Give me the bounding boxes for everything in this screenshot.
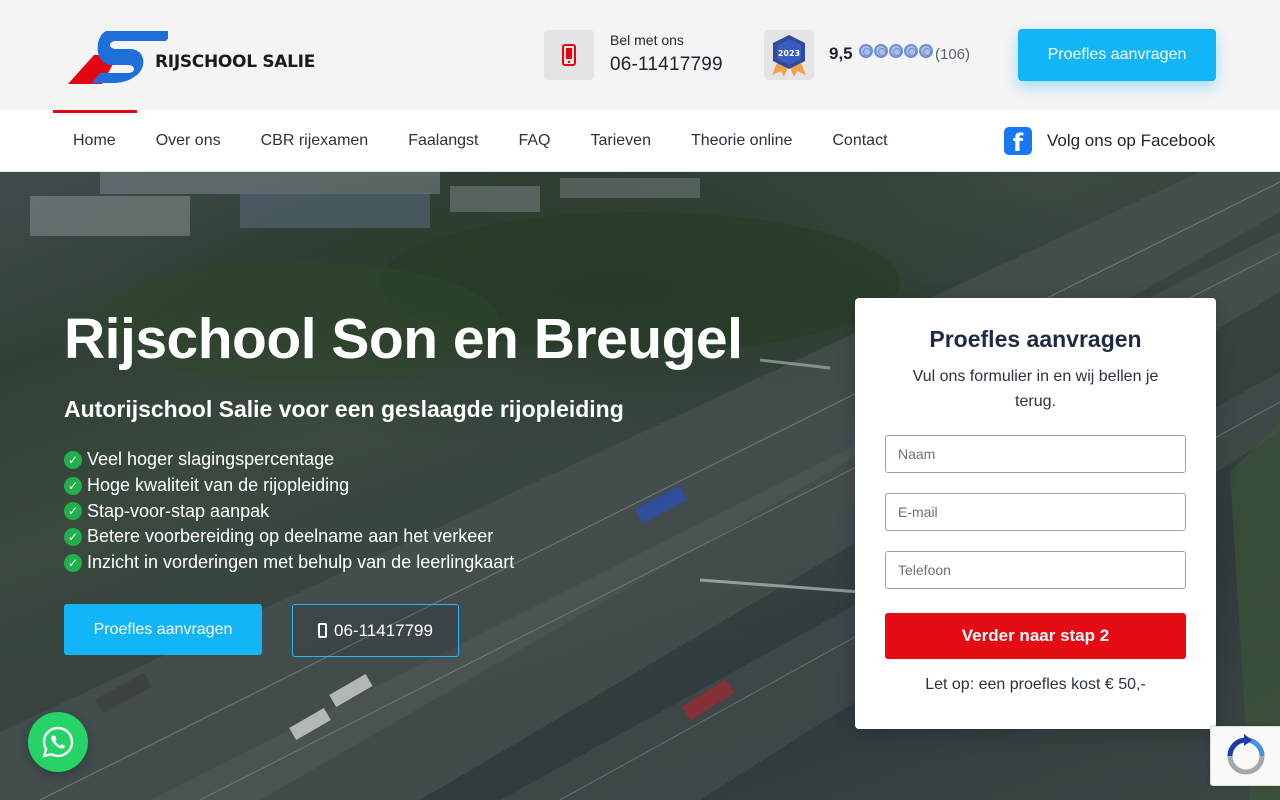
facebook-icon: f: [1004, 127, 1032, 155]
hero-subtitle: Autorijschool Salie voor een geslaagde r…: [64, 396, 624, 422]
smartphone-icon: [318, 623, 328, 638]
top-bar: RIJSCHOOL SALIE Bel met ons 06-11417799 …: [0, 0, 1280, 110]
check-circle-icon: ✓: [64, 553, 82, 572]
check-circle-icon: ✓: [64, 476, 82, 495]
rating-stars: [859, 44, 933, 58]
usp-text: Betere voorbereiding op deelname aan het…: [87, 526, 494, 547]
call-button[interactable]: 06-11417799: [292, 604, 459, 657]
nav-item-cbr-rijexamen[interactable]: CBR rijexamen: [241, 132, 389, 150]
nav-item-theorie-online[interactable]: Theorie online: [671, 132, 812, 150]
nav-item-home[interactable]: Home: [53, 132, 136, 150]
form-title: Proefles aanvragen: [929, 326, 1142, 352]
usp-list: ✓ Veel hoger slagingspercentage ✓ Hoge kwa…: [64, 447, 514, 575]
logo[interactable]: RIJSCHOOL SALIE: [68, 27, 315, 87]
usp-text: Hoge kwaliteit van de rijopleiding: [87, 475, 350, 496]
facebook-label: Volg ons op Facebook: [1047, 131, 1216, 150]
check-circle-icon: ✓: [64, 527, 82, 546]
rating-value: 9,5: [829, 44, 853, 63]
nav-item-over-ons[interactable]: Over ons: [136, 132, 241, 150]
usp-item: ✓ Stap-voor-stap aanpak: [64, 498, 514, 524]
rating-star-icon: [859, 44, 873, 58]
recaptcha-badge[interactable]: [1210, 726, 1280, 786]
logo-mark: [68, 31, 168, 84]
rating-star-icon: [889, 44, 903, 58]
email-input[interactable]: [885, 493, 1186, 531]
badge-year: 2023: [778, 49, 800, 58]
rating-star-icon: [904, 44, 918, 58]
check-circle-icon: ✓: [64, 502, 82, 521]
nav-item-contact[interactable]: Contact: [812, 132, 907, 150]
next-step-button[interactable]: Verder naar stap 2: [885, 613, 1186, 659]
nav-item-faalangst[interactable]: Faalangst: [388, 132, 498, 150]
nav-item-faq[interactable]: FAQ: [498, 132, 570, 150]
usp-item: ✓ Veel hoger slagingspercentage: [64, 447, 514, 473]
nav-items: Home Over ons CBR rijexamen Faalangst FA…: [53, 110, 908, 172]
rating-star-icon: [874, 44, 888, 58]
name-input[interactable]: [885, 435, 1186, 473]
phone-input[interactable]: [885, 551, 1186, 589]
call-button-label: 06-11417799: [334, 620, 433, 640]
usp-text: Stap-voor-stap aanpak: [87, 500, 270, 521]
usp-item: ✓ Betere voorbereiding op deelname aan he…: [64, 524, 514, 550]
whatsapp-button[interactable]: [28, 712, 88, 772]
check-circle-icon: ✓: [64, 450, 82, 469]
usp-text: Inzicht in vorderingen met behulp van de…: [87, 552, 515, 573]
main-nav: Home Over ons CBR rijexamen Faalangst FA…: [0, 110, 1280, 172]
recaptcha-icon: [1227, 734, 1264, 775]
price-note: Let op: een proefles kost € 50,-: [925, 676, 1146, 693]
whatsapp-icon: [42, 726, 74, 758]
call-label: Bel met ons: [610, 32, 684, 48]
smartphone-icon: [544, 30, 594, 80]
award-badge-icon: 2023: [764, 30, 814, 80]
nav-item-tarieven[interactable]: Tarieven: [570, 132, 670, 150]
usp-item: ✓ Inzicht in vorderingen met behulp van d…: [64, 550, 514, 576]
rating-count: (106): [935, 46, 971, 63]
proefles-aanvragen-header-button[interactable]: Proefles aanvragen: [1018, 29, 1216, 81]
hero: Rijschool Son en Breugel Autorijschool S…: [0, 172, 1280, 800]
form-subtitle: Vul ons formulier in en wij bellen je te…: [912, 368, 1159, 410]
hero-title: Rijschool Son en Breugel: [64, 307, 743, 371]
rating-star-icon: [919, 44, 933, 58]
logo-text: RIJSCHOOL SALIE: [155, 52, 316, 72]
usp-item: ✓ Hoge kwaliteit van de rijopleiding: [64, 473, 514, 499]
proefles-aanvragen-hero-button[interactable]: Proefles aanvragen: [64, 604, 262, 655]
usp-text: Veel hoger slagingspercentage: [87, 449, 335, 470]
proefles-form: Proefles aanvragen Vul ons formulier in …: [855, 298, 1216, 729]
call-number-link[interactable]: 06-11417799: [610, 54, 723, 76]
facebook-link[interactable]: f Volg ons op Facebook: [1004, 127, 1215, 155]
